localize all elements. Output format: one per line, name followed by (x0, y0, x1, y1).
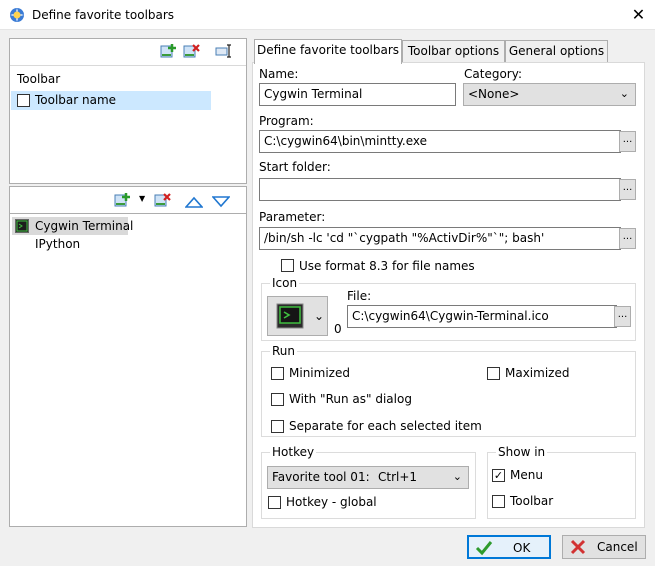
command-label: IPython (35, 237, 81, 251)
toolbar-list: Toolbar Toolbar name (10, 65, 246, 183)
chevron-down-icon: ⌄ (619, 87, 629, 100)
hotkey-global-checkbox[interactable] (268, 496, 281, 509)
show-in-menu-label: Menu (510, 468, 543, 482)
icon-file-input[interactable]: C:\cygwin64\Cygwin-Terminal.ico (347, 305, 617, 328)
cancel-icon (570, 539, 586, 555)
hotkey-tool-value: Favorite tool 01: (272, 470, 370, 484)
close-icon[interactable]: ✕ (622, 2, 655, 28)
minimized-checkbox[interactable] (271, 367, 284, 380)
list-item[interactable]: Toolbar name (11, 91, 211, 110)
start-folder-input[interactable] (259, 178, 621, 201)
name-label: Name: (259, 67, 299, 81)
terminal-icon (276, 303, 304, 329)
check-icon (475, 541, 493, 556)
hotkey-select[interactable]: Favorite tool 01: Ctrl+1 ⌄ (267, 466, 469, 489)
run-as-label: With "Run as" dialog (289, 392, 412, 406)
tab-page: Name: Cygwin Terminal Category: <None> ⌄… (252, 62, 645, 528)
program-browse-button[interactable]: ... (619, 131, 636, 152)
maximized-label: Maximized (505, 366, 570, 380)
chevron-down-icon: ⌄ (314, 309, 325, 323)
category-select[interactable]: <None> ⌄ (463, 83, 636, 106)
list-item[interactable]: Cygwin Terminal (12, 217, 133, 235)
show-in-menu-checkbox[interactable]: ✓ (492, 469, 505, 482)
start-folder-label: Start folder: (259, 160, 331, 174)
hotkey-global-label: Hotkey - global (286, 495, 377, 509)
title-bar: Define favorite toolbars ✕ (0, 0, 655, 30)
icon-file-browse-button[interactable]: ... (614, 306, 631, 327)
show-in-group-title: Show in (496, 445, 548, 459)
window-title: Define favorite toolbars (32, 8, 175, 22)
list-item[interactable]: IPython (12, 235, 128, 253)
chevron-down-icon: ⌄ (452, 470, 462, 483)
program-label: Program: (259, 114, 314, 128)
ok-button[interactable]: OK (467, 535, 551, 559)
tab-define-favorite-toolbars[interactable]: Define favorite toolbars (254, 39, 402, 64)
tab-general-options[interactable]: General options (505, 40, 608, 62)
icon-index: 0 (334, 322, 342, 336)
show-in-group: Show in ✓ Menu Toolbar (487, 445, 636, 519)
icon-file-label: File: (347, 289, 372, 303)
maximized-checkbox[interactable] (487, 367, 500, 380)
separate-label: Separate for each selected item (289, 419, 482, 433)
separate-checkbox[interactable] (271, 420, 284, 433)
toolbar-column-header: Toolbar (17, 72, 61, 86)
hotkey-group-title: Hotkey (270, 445, 317, 459)
minimized-label: Minimized (289, 366, 350, 380)
parameter-label: Parameter: (259, 210, 326, 224)
cancel-label: Cancel (597, 540, 638, 554)
run-as-checkbox[interactable] (271, 393, 284, 406)
toolbars-panel: Toolbar Toolbar name (9, 38, 247, 184)
add-toolbar-icon[interactable] (160, 43, 178, 59)
icon-picker[interactable]: ⌄ (267, 296, 328, 336)
category-label: Category: (464, 67, 522, 81)
rename-toolbar-icon[interactable] (215, 43, 233, 59)
name-input[interactable]: Cygwin Terminal (259, 83, 456, 106)
icon-group-title: Icon (270, 276, 300, 290)
move-up-icon[interactable] (185, 194, 203, 210)
ok-label: OK (513, 541, 531, 555)
terminal-icon (15, 219, 29, 233)
parameter-browse-button[interactable]: ... (619, 228, 636, 249)
toolbar-item-checkbox[interactable] (17, 94, 30, 107)
format83-label: Use format 8.3 for file names (299, 259, 475, 273)
commands-panel: ▼ Cygwin Terminal IPython (9, 186, 247, 527)
program-input[interactable]: C:\cygwin64\bin\mintty.exe (259, 130, 621, 153)
add-command-icon[interactable] (114, 192, 132, 208)
add-dropdown-arrow-icon[interactable]: ▼ (139, 194, 145, 203)
hotkey-group: Hotkey Favorite tool 01: Ctrl+1 ⌄ Hotkey… (261, 445, 476, 519)
show-in-toolbar-label: Toolbar (510, 494, 554, 508)
cancel-button[interactable]: Cancel (562, 535, 646, 559)
remove-command-icon[interactable] (154, 192, 172, 208)
command-list: Cygwin Terminal IPython (10, 213, 246, 526)
parameter-input[interactable]: /bin/sh -lc 'cd "`cygpath "%ActivDir%"`"… (259, 227, 621, 250)
app-icon (10, 8, 24, 22)
move-down-icon[interactable] (212, 194, 230, 210)
run-group: Run Minimized Maximized With "Run as" di… (261, 344, 636, 437)
icon-group: Icon ⌄ 0 File: C:\cygwin64\Cygwin-Termin… (261, 276, 636, 341)
command-label: Cygwin Terminal (35, 219, 134, 233)
format83-checkbox[interactable] (281, 259, 294, 272)
tab-toolbar-options[interactable]: Toolbar options (402, 40, 505, 62)
category-value: <None> (468, 87, 520, 101)
hotkey-key-value: Ctrl+1 (378, 470, 418, 484)
remove-toolbar-icon[interactable] (183, 43, 201, 59)
run-group-title: Run (270, 344, 298, 358)
toolbar-item-label: Toolbar name (35, 93, 117, 107)
start-folder-browse-button[interactable]: ... (619, 179, 636, 200)
show-in-toolbar-checkbox[interactable] (492, 495, 505, 508)
